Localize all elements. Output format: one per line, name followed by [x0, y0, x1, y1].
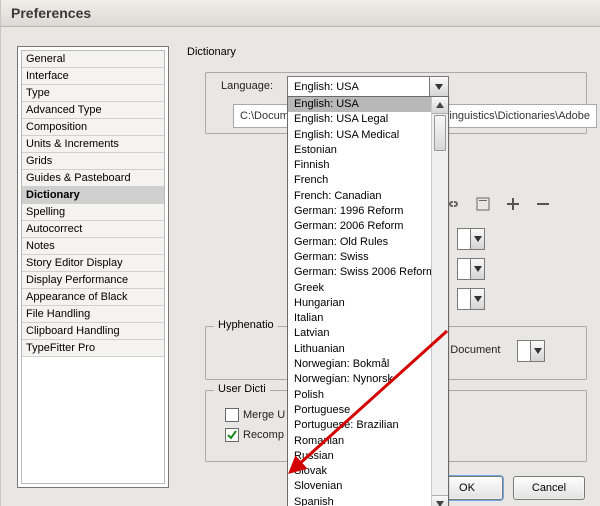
merge-checkbox-label: Merge U	[243, 409, 285, 421]
scrollbar[interactable]	[431, 97, 448, 506]
checkbox-icon	[225, 408, 239, 422]
sidebar-item-file-handling[interactable]: File Handling	[22, 306, 164, 323]
language-option[interactable]: English: USA Medical	[288, 128, 432, 143]
language-option[interactable]: Polish	[288, 388, 432, 403]
language-option[interactable]: French	[288, 173, 432, 188]
language-option[interactable]: Spanish	[288, 495, 432, 506]
hyphenation-legend: Hyphenatio	[214, 319, 278, 331]
user-dictionary-legend: User Dicti	[214, 383, 270, 395]
dropdown-icon[interactable]	[530, 341, 544, 361]
path-tool-icons	[445, 196, 551, 212]
sidebar-item-dictionary[interactable]: Dictionary	[22, 187, 164, 204]
language-option[interactable]: German: Swiss	[288, 250, 432, 265]
sidebar-item-typefitter-pro[interactable]: TypeFitter Pro	[22, 340, 164, 357]
compose-combo[interactable]	[517, 340, 545, 362]
language-combo[interactable]: English: USA	[287, 76, 449, 98]
sidebar: GeneralInterfaceTypeAdvanced TypeComposi…	[17, 46, 169, 488]
preferences-window: Preferences GeneralInterfaceTypeAdvanced…	[0, 0, 600, 506]
language-option[interactable]: French: Canadian	[288, 189, 432, 204]
recompose-checkbox-label: Recomp	[243, 429, 284, 441]
language-option[interactable]: German: 1996 Reform	[288, 204, 432, 219]
remove-icon[interactable]	[535, 196, 551, 212]
main-panel: Dictionary Language: English: USA C:\Doc…	[187, 46, 600, 506]
language-option[interactable]: Lithuanian	[288, 342, 432, 357]
section-title: Dictionary	[187, 46, 236, 58]
new-icon[interactable]	[475, 196, 491, 212]
dictionary-path-left: C:\Docum	[240, 110, 289, 122]
language-option[interactable]: Slovak	[288, 464, 432, 479]
language-dropdown-list: English: USAEnglish: USA LegalEnglish: U…	[288, 97, 432, 506]
aux-combo-3[interactable]	[457, 288, 485, 310]
sidebar-item-appearance-of-black[interactable]: Appearance of Black	[22, 289, 164, 306]
sidebar-item-notes[interactable]: Notes	[22, 238, 164, 255]
sidebar-item-composition[interactable]: Composition	[22, 119, 164, 136]
language-option[interactable]: Finnish	[288, 158, 432, 173]
language-option[interactable]: Estonian	[288, 143, 432, 158]
language-option[interactable]: English: USA	[288, 97, 432, 112]
scroll-down-icon[interactable]	[432, 495, 448, 506]
recompose-checkbox[interactable]: Recomp	[225, 428, 284, 442]
cancel-button[interactable]: Cancel	[513, 476, 585, 500]
language-option[interactable]: English: USA Legal	[288, 112, 432, 127]
language-option[interactable]: Greek	[288, 281, 432, 296]
checkbox-icon	[225, 428, 239, 442]
sidebar-item-interface[interactable]: Interface	[22, 68, 164, 85]
dropdown-icon[interactable]	[470, 259, 484, 279]
language-option[interactable]: Slovenian	[288, 479, 432, 494]
language-option[interactable]: German: Old Rules	[288, 235, 432, 250]
language-combo-value: English: USA	[288, 81, 429, 93]
language-option[interactable]: German: 2006 Reform	[288, 219, 432, 234]
dropdown-icon[interactable]	[470, 289, 484, 309]
scroll-thumb[interactable]	[434, 115, 446, 151]
dropdown-icon[interactable]	[429, 77, 448, 97]
language-option[interactable]: Romanian	[288, 434, 432, 449]
scroll-up-icon[interactable]	[432, 97, 448, 114]
aux-combo-2[interactable]	[457, 258, 485, 280]
sidebar-item-spelling[interactable]: Spelling	[22, 204, 164, 221]
sidebar-item-story-editor-display[interactable]: Story Editor Display	[22, 255, 164, 272]
language-option[interactable]: Latvian	[288, 326, 432, 341]
language-option[interactable]: Russian	[288, 449, 432, 464]
sidebar-item-type[interactable]: Type	[22, 85, 164, 102]
add-icon[interactable]	[505, 196, 521, 212]
window-title: Preferences	[1, 0, 600, 27]
sidebar-item-general[interactable]: General	[22, 51, 164, 68]
sidebar-item-display-performance[interactable]: Display Performance	[22, 272, 164, 289]
language-option[interactable]: Hungarian	[288, 296, 432, 311]
language-dropdown[interactable]: English: USAEnglish: USA LegalEnglish: U…	[287, 96, 449, 506]
language-option[interactable]: Portuguese: Brazilian	[288, 418, 432, 433]
sidebar-item-advanced-type[interactable]: Advanced Type	[22, 102, 164, 119]
dropdown-icon[interactable]	[470, 229, 484, 249]
sidebar-item-autocorrect[interactable]: Autocorrect	[22, 221, 164, 238]
window-body: GeneralInterfaceTypeAdvanced TypeComposi…	[1, 26, 600, 506]
language-option[interactable]: German: Swiss 2006 Reform	[288, 265, 432, 280]
language-option[interactable]: Portuguese	[288, 403, 432, 418]
sidebar-item-grids[interactable]: Grids	[22, 153, 164, 170]
language-label: Language:	[221, 80, 273, 92]
merge-checkbox[interactable]: Merge U	[225, 408, 285, 422]
language-option[interactable]: Italian	[288, 311, 432, 326]
sidebar-item-clipboard-handling[interactable]: Clipboard Handling	[22, 323, 164, 340]
language-option[interactable]: Norwegian: Bokmål	[288, 357, 432, 372]
language-option[interactable]: Norwegian: Nynorsk	[288, 372, 432, 387]
sidebar-item-units-increments[interactable]: Units & Increments	[22, 136, 164, 153]
aux-combo-1[interactable]	[457, 228, 485, 250]
sidebar-item-guides-pasteboard[interactable]: Guides & Pasteboard	[22, 170, 164, 187]
